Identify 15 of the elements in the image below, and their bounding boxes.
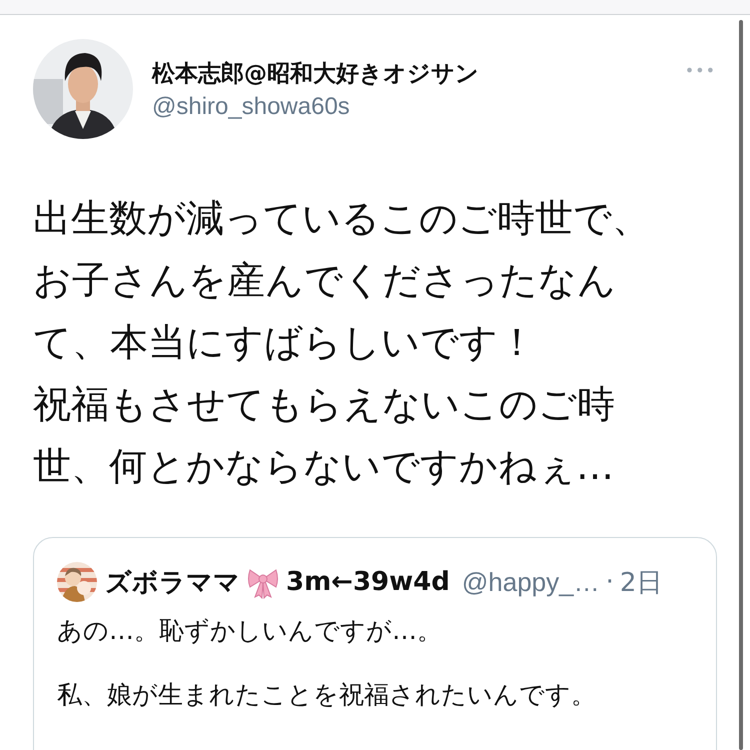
tweet-text-line: 世、何とかならないですかねぇ… <box>33 443 615 490</box>
quoted-tweet-card[interactable]: ズボラママ 3m←39w4d @happy_… · 2日 あの…。恥ずかしいんですが…。 私、娘が生まれたことを祝福されたいんです。 <box>33 537 717 750</box>
author-name: 松本志郎@昭和大好きオジサン <box>152 60 480 88</box>
timestamp: 2日 <box>620 566 662 600</box>
author-handle: @shiro_showa60s <box>152 92 351 120</box>
quoted-tweet-text: 私、娘が生まれたことを祝福されたいんです。 <box>57 680 597 710</box>
tweet-text-line: て、本当にすばらしいです！ <box>33 319 537 366</box>
quoted-author-name: ズボラママ <box>105 566 240 600</box>
tweet-text-line: 出生数が減っているこのご時世で、 <box>33 195 651 242</box>
tweet-text-line: 祝福もさせてもらえないこのご時 <box>33 381 616 428</box>
quoted-author-suffix: 3m←39w4d <box>286 567 450 597</box>
quoted-author-handle: @happy_… <box>462 566 600 598</box>
tweet-text-line: お子さんを産んでくださったなん <box>33 257 617 304</box>
quoted-tweet-text: あの…。恥ずかしいんですが…。 <box>57 616 443 646</box>
separator-dot: · <box>606 567 614 597</box>
